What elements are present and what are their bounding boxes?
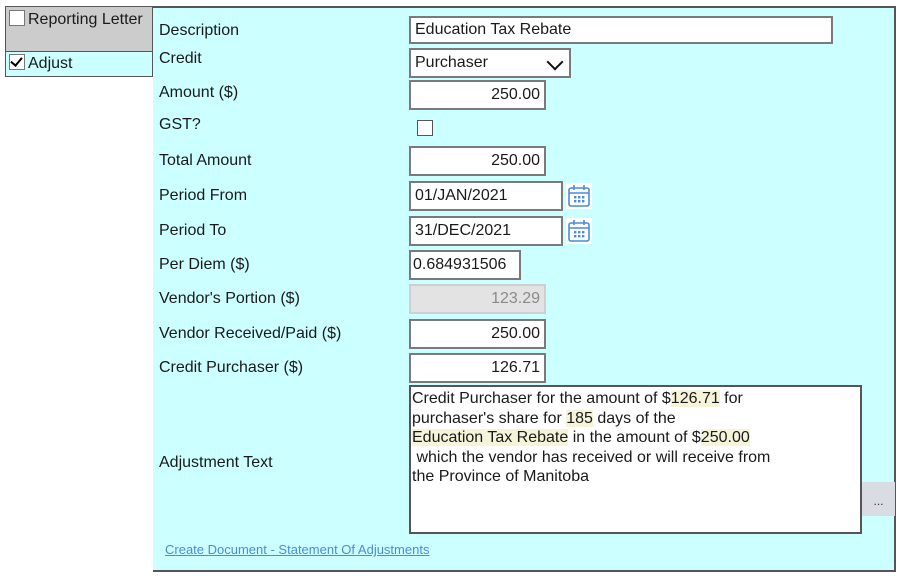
per-diem-label: Per Diem ($) <box>159 256 250 273</box>
adjustment-textarea[interactable]: Credit Purchaser for the amount of $126.… <box>409 385 862 534</box>
adj-highlight-total: 250.00 <box>700 429 750 446</box>
credit-purchaser-label: Credit Purchaser ($) <box>159 359 304 376</box>
adj-highlight-description: Education Tax Rebate <box>412 429 569 446</box>
adjust-label: Adjust <box>28 55 73 72</box>
credit-label: Credit <box>159 50 202 67</box>
adjustment-form: Description Education Tax Rebate Credit … <box>153 6 896 572</box>
adj-text-part: Credit Purchaser for the amount of $ <box>412 390 671 407</box>
credit-select[interactable]: Purchaser <box>409 48 571 78</box>
reporting-letter-checkbox[interactable] <box>9 10 25 26</box>
amount-input[interactable]: 250.00 <box>409 80 546 110</box>
ellipsis-button[interactable]: ... <box>862 482 895 516</box>
adj-text-part: in the amount of $ <box>568 429 701 446</box>
left-panel: Reporting Letter Adjust <box>5 6 153 77</box>
period-from-input[interactable]: 01/JAN/2021 <box>409 181 563 211</box>
adj-text-part: which the vendor has received or will re… <box>412 448 771 485</box>
adj-text-part: days of the <box>597 409 676 427</box>
adjust-checkbox[interactable] <box>9 54 25 70</box>
vendor-received-input[interactable]: 250.00 <box>409 319 546 349</box>
period-from-label: Period From <box>159 187 248 204</box>
description-input[interactable]: Education Tax Rebate <box>409 16 833 44</box>
vendor-received-label: Vendor Received/Paid ($) <box>159 325 342 342</box>
vendors-portion-input: 123.29 <box>409 284 546 314</box>
period-to-input[interactable]: 31/DEC/2021 <box>409 216 563 246</box>
gst-checkbox[interactable] <box>417 120 433 136</box>
adj-highlight-amount: 126.71 <box>670 390 720 407</box>
tab-reporting-letter[interactable]: Reporting Letter <box>5 6 153 51</box>
gst-label: GST? <box>159 116 201 133</box>
amount-label: Amount ($) <box>159 84 239 101</box>
total-amount-input[interactable]: 250.00 <box>409 146 546 176</box>
adjustment-text-label: Adjustment Text <box>159 454 273 471</box>
calendar-icon[interactable] <box>566 218 592 244</box>
per-diem-input[interactable]: 0.684931506 <box>409 250 521 280</box>
credit-purchaser-input[interactable]: 126.71 <box>409 353 546 383</box>
description-label: Description <box>159 22 240 39</box>
adj-highlight-days: 185 <box>566 409 593 427</box>
credit-select-value: Purchaser <box>415 54 488 71</box>
vendors-portion-label: Vendor's Portion ($) <box>159 290 300 307</box>
total-amount-label: Total Amount <box>159 152 252 169</box>
row-credit: Credit Purchaser <box>153 48 571 78</box>
calendar-icon[interactable] <box>566 183 592 209</box>
chevron-down-icon <box>546 53 564 71</box>
create-document-link[interactable]: Create Document - Statement Of Adjustmen… <box>165 542 429 557</box>
tab-adjust[interactable]: Adjust <box>5 51 153 77</box>
reporting-letter-label: Reporting Letter <box>28 11 143 28</box>
period-to-label: Period To <box>159 222 227 239</box>
